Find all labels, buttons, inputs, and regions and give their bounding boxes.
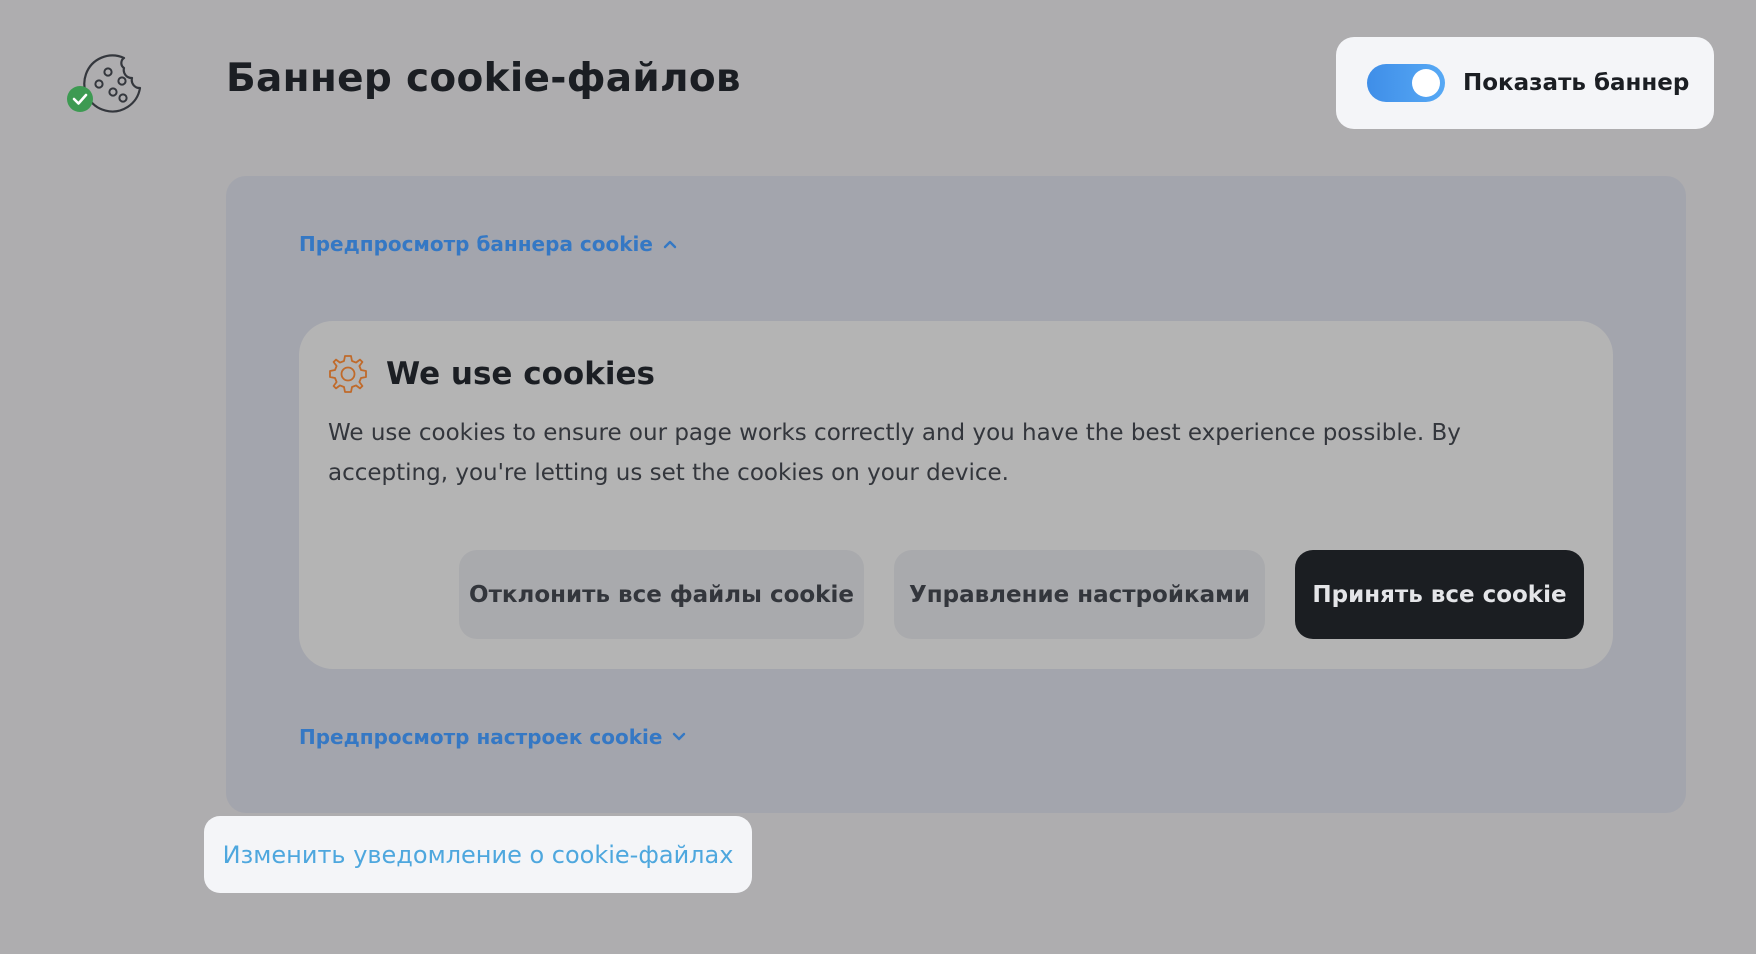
banner-header: We use cookies (328, 354, 655, 394)
chevron-down-icon (673, 732, 686, 741)
toggle-knob (1412, 69, 1440, 97)
show-banner-toggle-card: Показать баннер (1336, 37, 1714, 129)
settings-preview-toggle[interactable]: Предпросмотр настроек cookie (299, 725, 686, 749)
gear-icon (329, 355, 367, 393)
show-banner-label: Показать баннер (1463, 70, 1690, 96)
accept-all-button[interactable]: Принять все cookie (1295, 550, 1584, 639)
manage-settings-button[interactable]: Управление настройками (894, 550, 1265, 639)
cookie-banner-preview: We use cookies We use cookies to ensure … (299, 321, 1613, 669)
banner-title: We use cookies (386, 356, 655, 392)
chevron-up-icon (663, 240, 677, 249)
banner-text: We use cookies to ensure our page works … (328, 420, 1461, 486)
reject-all-button[interactable]: Отклонить все файлы cookie (459, 550, 864, 639)
cookie-check-icon (67, 54, 142, 113)
preview-panel: Предпросмотр баннера cookie We use cooki… (226, 176, 1686, 813)
show-banner-toggle[interactable] (1367, 64, 1445, 102)
banner-preview-label: Предпросмотр баннера cookie (299, 232, 653, 256)
edit-cookie-notice-link[interactable]: Изменить уведомление о cookie-файлах (204, 816, 752, 893)
banner-preview-toggle[interactable]: Предпросмотр баннера cookie (299, 232, 677, 256)
page-title: Баннер cookie-файлов (226, 56, 741, 101)
settings-preview-label: Предпросмотр настроек cookie (299, 725, 663, 749)
